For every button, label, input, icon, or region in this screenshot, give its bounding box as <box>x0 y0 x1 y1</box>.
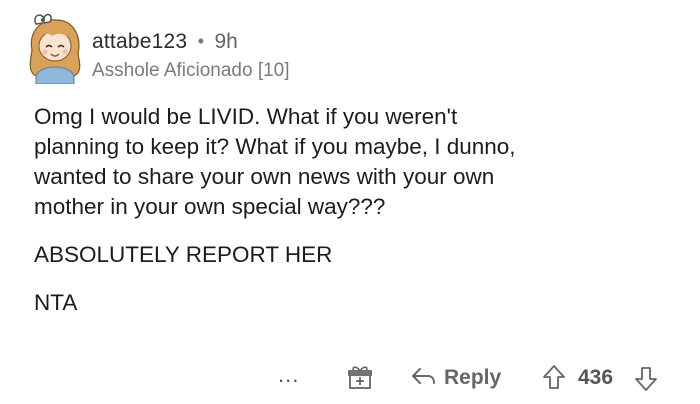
comment-timestamp[interactable]: 9h <box>214 30 237 53</box>
comment-body: Omg I would be LIVID. What if you weren'… <box>34 102 674 336</box>
upvote-arrow-icon[interactable] <box>542 364 566 390</box>
author-username[interactable]: attabe123 <box>92 30 187 53</box>
reply-button[interactable]: Reply <box>444 366 501 390</box>
comment-actions: ... Reply 436 <box>0 358 700 398</box>
more-options-button[interactable]: ... <box>278 362 299 388</box>
comment-paragraph-2: ABSOLUTELY REPORT HER <box>34 242 333 267</box>
downvote-arrow-icon[interactable] <box>634 366 658 392</box>
comment-meta: attabe123 • 9h <box>92 30 238 54</box>
comment-paragraph-3: NTA <box>34 290 78 315</box>
comment-paragraph-1: Omg I would be LIVID. What if you weren'… <box>34 104 516 219</box>
gift-award-icon[interactable] <box>347 364 373 390</box>
reply-arrow-icon[interactable] <box>410 366 436 388</box>
avatar[interactable] <box>22 10 86 84</box>
meta-separator: • <box>197 31 204 51</box>
vote-score: 436 <box>578 366 614 389</box>
user-flair: Asshole Aficionado [10] <box>92 60 290 81</box>
